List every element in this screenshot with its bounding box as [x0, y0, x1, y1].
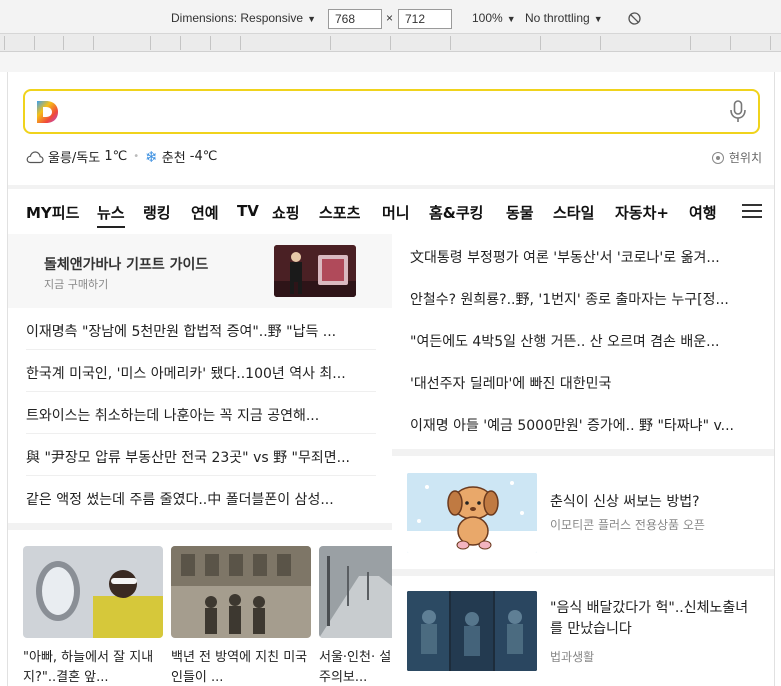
tab-entertainment[interactable]: 연예	[191, 202, 219, 223]
list-item[interactable]: 한국계 미국인, '미스 아메리카' 됐다..100년 역사 최...	[26, 356, 376, 392]
list-item[interactable]: 文대통령 부정평가 여론 '부동산'서 '코로나'로 옮겨...	[410, 240, 760, 276]
tab-shopping[interactable]: 쇼핑	[272, 202, 300, 223]
category-tabs: MY피드 뉴스 랭킹 연예 TV 쇼핑 스포츠 머니 홈&쿠킹 동물 스타일 자…	[8, 189, 774, 234]
promo-title: 돌체앤가바나 기프트 가이드	[44, 257, 209, 273]
weather-temp-2: -4℃	[189, 149, 218, 164]
dimensions-dropdown[interactable]: Dimensions: Responsive ▼	[171, 11, 316, 25]
tab-ranking[interactable]: 랭킹	[143, 202, 171, 223]
list-item[interactable]: 與 "尹장모 압류 부동산만 전국 23곳" vs 野 "무죄면...	[26, 440, 376, 476]
throttling-label: No throttling	[525, 11, 590, 25]
zoom-label: 100%	[472, 11, 503, 25]
tab-style[interactable]: 스타일	[553, 202, 594, 223]
story-title: "음식 배달갔다가 헉"..신체노출녀를 만났습니다	[550, 600, 749, 637]
headline-list-right: 文대통령 부정평가 여론 '부동산'서 '코로나'로 옮겨... 안철수? 원희…	[392, 234, 774, 449]
list-item[interactable]: 안철수? 원희룡?..野, '1번지' 종로 출마자는 누구[정...	[410, 282, 760, 318]
tab-tv[interactable]: TV	[237, 202, 259, 220]
story-source: 법과생활	[550, 650, 595, 664]
rotate-icon[interactable]	[628, 12, 641, 25]
photo-caption: 서울·인천· 설주의보...	[319, 650, 392, 685]
search-section: 울릉/독도 1℃ • ❄ 춘천 -4℃ 현위치	[8, 72, 774, 185]
weather-bar[interactable]: 울릉/독도 1℃ • ❄ 춘천 -4℃	[26, 147, 217, 166]
throttling-dropdown[interactable]: No throttling ▼	[525, 11, 603, 25]
photo-news-strip: "아빠, 하늘에서 잘 지내지?"..결혼 앞... 백년 전 방역에 지친 미…	[8, 530, 392, 686]
chevron-down-icon: ▼	[307, 14, 316, 24]
photo-thumbnail	[171, 546, 311, 638]
list-item[interactable]: 이재명 아들 '예금 5000만원' 증가에.. 野 "타짜냐" v...	[410, 408, 760, 444]
list-item[interactable]: '대선주자 딜레마'에 빠진 대한민국	[410, 366, 760, 402]
ad-title: 춘식이 신상 써보는 방법?	[550, 494, 700, 510]
ad-image	[407, 473, 537, 553]
zoom-dropdown[interactable]: 100% ▼	[472, 11, 516, 25]
photo-card[interactable]: 백년 전 방역에 지친 미국인들이 ...	[171, 546, 311, 686]
tab-money[interactable]: 머니	[382, 202, 410, 223]
tab-sports[interactable]: 스포츠	[319, 202, 360, 223]
ad-subtitle: 이모티콘 플러스 전용상품 오픈	[550, 518, 705, 532]
current-location-button[interactable]: 현위치	[711, 149, 762, 166]
photo-card[interactable]: 서울·인천· 설주의보...	[319, 546, 392, 686]
photo-thumbnail	[23, 546, 163, 638]
tab-animals[interactable]: 동물	[506, 202, 534, 223]
viewport-gutter	[0, 52, 781, 72]
weather-location-1: 울릉/독도	[48, 151, 101, 166]
list-item[interactable]: 트와이스는 취소하는데 나훈아는 꼭 지금 공연해...	[26, 398, 376, 434]
chevron-down-icon: ▼	[506, 14, 516, 24]
headline-list-left: 이재명측 "장남에 5천만원 합법적 증여"..野 "납득 ... 한국계 미국…	[8, 308, 392, 523]
search-input[interactable]	[23, 89, 760, 134]
list-item[interactable]: "여든에도 4박5일 산행 거뜬.. 산 오르며 겸손 배운...	[410, 324, 760, 360]
width-input[interactable]: 768	[328, 9, 382, 29]
snow-icon: ❄	[145, 147, 158, 166]
weather-temp-1: 1℃	[104, 149, 128, 164]
devtools-toolbar: Dimensions: Responsive ▼ 768 × 712 100% ▼ …	[0, 0, 781, 34]
story-card[interactable]: "음식 배달갔다가 헉"..신체노출녀를 만났습니다 법과생활	[392, 576, 774, 686]
media-query-ruler	[0, 34, 781, 52]
tab-auto[interactable]: 자동차+	[615, 202, 669, 223]
dimensions-label: Dimensions: Responsive	[171, 11, 304, 25]
photo-caption: 백년 전 방역에 지친 미국인들이 ...	[171, 650, 308, 685]
daum-logo-icon	[37, 101, 58, 123]
photo-caption: "아빠, 하늘에서 잘 지내지?"..결혼 앞...	[23, 650, 154, 685]
microphone-icon[interactable]	[728, 100, 748, 124]
page-viewport: 울릉/독도 1℃ • ❄ 춘천 -4℃ 현위치 MY피드 뉴스 랭킹 연예 TV…	[7, 72, 775, 686]
promo-image	[274, 245, 356, 297]
promo-subtitle: 지금 구매하기	[44, 278, 109, 291]
list-item[interactable]: 이재명측 "장남에 5천만원 합법적 증여"..野 "납득 ...	[26, 314, 376, 350]
photo-thumbnail	[319, 546, 392, 638]
tab-news[interactable]: 뉴스	[97, 202, 125, 228]
promo-banner[interactable]: 돌체앤가바나 기프트 가이드 지금 구매하기	[8, 234, 392, 308]
tab-home-cooking[interactable]: 홈&쿠킹	[429, 202, 483, 223]
story-thumbnail	[407, 591, 537, 671]
cloud-icon	[26, 150, 44, 163]
height-input[interactable]: 712	[398, 9, 452, 29]
photo-card[interactable]: "아빠, 하늘에서 잘 지내지?"..결혼 앞...	[23, 546, 163, 686]
current-location-label: 현위치	[728, 151, 762, 165]
times-sign: ×	[386, 11, 394, 25]
location-target-icon	[711, 151, 724, 164]
ad-card[interactable]: 춘식이 신상 써보는 방법? 이모티콘 플러스 전용상품 오픈	[392, 456, 774, 569]
list-item[interactable]: 같은 액정 썼는데 주름 줄였다..中 폴더블폰이 삼성...	[26, 482, 376, 518]
separator-dot: •	[133, 151, 140, 162]
chevron-down-icon: ▼	[593, 14, 603, 24]
tab-my-feed[interactable]: MY피드	[26, 202, 79, 223]
menu-icon[interactable]	[742, 204, 762, 219]
weather-location-2: 춘천	[161, 151, 186, 166]
